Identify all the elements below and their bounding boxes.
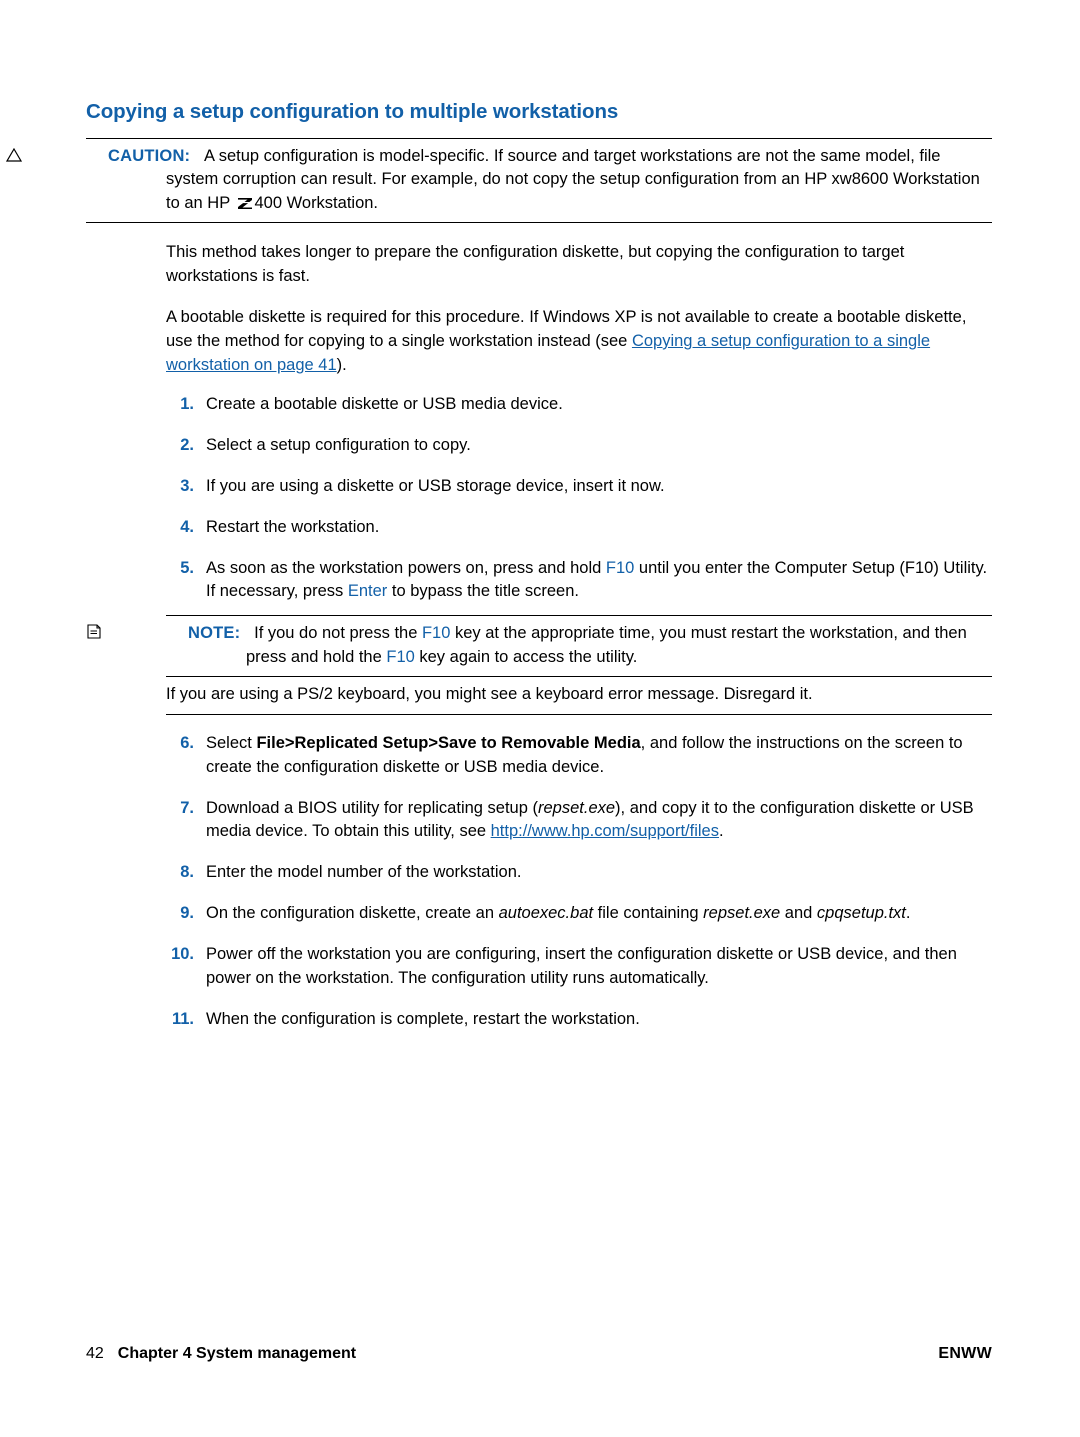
step-number: 10.	[171, 945, 194, 964]
note-follow-up-body: If you are using a PS/2 keyboard, you mi…	[166, 677, 992, 713]
step-number: 4.	[180, 517, 194, 536]
step-text: Create a bootable diskette or USB media …	[206, 394, 563, 413]
step-text-part1: Select	[206, 733, 257, 752]
page-footer: 42 Chapter 4 System management ENWW	[86, 1345, 992, 1363]
list-item: 3. If you are using a diskette or USB st…	[86, 475, 992, 499]
key-enter: Enter	[347, 582, 388, 601]
note-admonition: NOTE: If you do not press the F10 key at…	[87, 615, 992, 715]
note-text-part1: If you do not press the	[254, 624, 422, 643]
step-number: 3.	[180, 476, 194, 495]
hp-support-link[interactable]: http://www.hp.com/support/files	[491, 822, 719, 840]
step-text: Enter the model number of the workstatio…	[206, 863, 522, 882]
caution-text-after-logo: 400 Workstation.	[254, 193, 379, 212]
list-item: 6. Select File>Replicated Setup>Save to …	[86, 732, 992, 780]
key-f10: F10	[421, 624, 451, 643]
list-item: 8. Enter the model number of the worksta…	[86, 861, 992, 885]
list-item: 9. On the configuration diskette, create…	[86, 902, 992, 926]
filename-autoexec: autoexec.bat	[498, 904, 594, 923]
step-text-part1: On the configuration diskette, create an	[206, 904, 499, 923]
menu-path: File>Replicated Setup>Save to Removable …	[256, 733, 641, 752]
note-bottom-rule	[166, 713, 992, 715]
paragraph-method-length: This method takes longer to prepare the …	[166, 243, 905, 286]
step-text: Power off the workstation you are config…	[206, 945, 957, 988]
list-item: 4. Restart the workstation.	[86, 516, 992, 540]
list-item: 11. When the configuration is complete, …	[86, 1008, 992, 1032]
paragraph-bootable-diskette: A bootable diskette is required for this…	[86, 306, 992, 378]
step-number: 2.	[180, 435, 194, 454]
procedure-steps: 1. Create a bootable diskette or USB med…	[86, 393, 992, 1032]
note-page-icon	[87, 622, 188, 645]
document-page: Copying a setup configuration to multipl…	[0, 0, 1080, 1437]
page-content: Copying a setup configuration to multipl…	[5, 100, 992, 1032]
list-item: 7. Download a BIOS utility for replicati…	[86, 797, 992, 845]
step-text-part3: to bypass the title screen.	[387, 582, 579, 601]
footer-left: 42 Chapter 4 System management	[86, 1345, 356, 1363]
footer-page-number: 42	[86, 1345, 104, 1362]
page-title: Copying a setup configuration to multipl…	[86, 100, 619, 123]
note-body: NOTE: If you do not press the F10 key at…	[87, 616, 992, 676]
list-item: 1. Create a bootable diskette or USB med…	[86, 393, 992, 417]
step-number: 9.	[180, 904, 194, 923]
filename-repset: repset.exe	[538, 798, 616, 817]
step-number: 8.	[180, 863, 194, 882]
paragraph-text-after-link: ).	[336, 355, 347, 374]
caution-admonition: CAUTION: A setup configuration is model-…	[5, 138, 992, 224]
step-number: 11.	[171, 1010, 194, 1029]
warning-triangle-icon	[5, 145, 108, 168]
step-number: 1.	[180, 394, 194, 413]
filename-cpqsetup: cpqsetup.txt	[816, 904, 906, 923]
step-text-part1: Download a BIOS utility for replicating …	[206, 798, 538, 817]
note-follow-up-text: If you are using a PS/2 keyboard, you mi…	[166, 685, 813, 704]
step-text-part2: file containing	[593, 904, 704, 923]
list-item: 2. Select a setup configuration to copy.	[86, 434, 992, 458]
step-text: Select a setup configuration to copy.	[206, 435, 471, 454]
list-item: 5. As soon as the workstation powers on,…	[86, 557, 992, 715]
step-number: 5.	[180, 558, 194, 577]
step-text-part3: and	[780, 904, 817, 923]
note-label: NOTE:	[188, 624, 241, 643]
step-text: When the configuration is complete, rest…	[206, 1010, 640, 1029]
step-text-part1: As soon as the workstation powers on, pr…	[206, 558, 606, 577]
note-text-part3: key again to access the utility.	[414, 647, 638, 666]
step-number: 6.	[180, 733, 194, 752]
step-text-part4: .	[905, 904, 911, 923]
step-text: Restart the workstation.	[206, 517, 380, 536]
caution-bottom-rule	[86, 222, 992, 224]
caution-body: CAUTION: A setup configuration is model-…	[5, 139, 992, 222]
filename-repset: repset.exe	[703, 904, 781, 923]
hp-z-logo-icon	[235, 196, 255, 210]
step-text: If you are using a diskette or USB stora…	[206, 476, 665, 495]
footer-chapter-title: Chapter 4 System management	[117, 1345, 357, 1362]
step-text-part3: .	[718, 822, 724, 841]
footer-locale: ENWW	[938, 1345, 992, 1362]
list-item: 10. Power off the workstation you are co…	[86, 943, 992, 991]
key-f10: F10	[386, 647, 415, 666]
caution-label: CAUTION:	[108, 147, 191, 165]
key-f10: F10	[605, 558, 635, 577]
step-number: 7.	[180, 798, 194, 817]
